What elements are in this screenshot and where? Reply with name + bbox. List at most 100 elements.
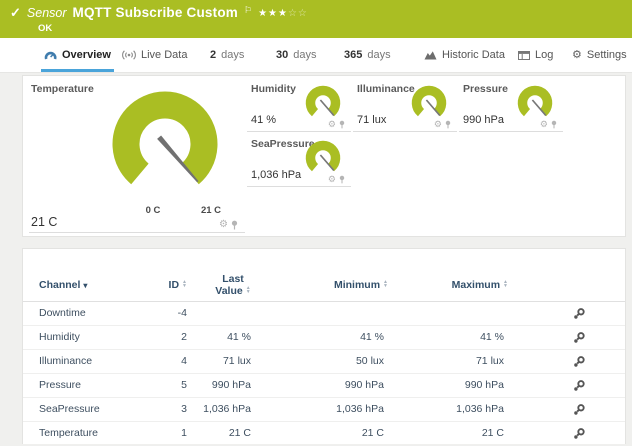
gauge-gear-icon[interactable]: ⚙ bbox=[328, 175, 336, 184]
table-header-row: Channel▾ ID▲▼ LastValue▲▼ Minimum▲▼ Maxi… bbox=[23, 249, 625, 302]
table-row-seapressure[interactable]: SeaPressure 3 1,036 hPa 1,036 hPa 1,036 … bbox=[23, 398, 625, 422]
column-header-channel[interactable]: Channel▾ bbox=[39, 279, 87, 292]
main-gauge-scale-max: 21 C bbox=[195, 205, 227, 216]
tab-settings-label: Settings bbox=[587, 49, 627, 61]
tab-historic-data[interactable]: Historic Data bbox=[424, 38, 505, 72]
gauge-gear-icon[interactable]: ⚙ bbox=[434, 120, 442, 129]
gauge-label: Pressure bbox=[463, 83, 508, 95]
channel-last-value: 71 lux bbox=[171, 350, 251, 373]
table-row-temperature[interactable]: Temperature 1 21 C 21 C 21 C bbox=[23, 422, 625, 446]
tab-2-days[interactable]: 2 days bbox=[210, 38, 244, 72]
tab-log-label: Log bbox=[535, 49, 553, 61]
gauge-gear-icon[interactable]: ⚙ bbox=[540, 120, 548, 129]
sort-arrows-icon: ▲▼ bbox=[503, 280, 508, 289]
gauge-label: Illuminance bbox=[357, 83, 415, 95]
divider bbox=[29, 232, 245, 233]
tab-30-days[interactable]: 30 days bbox=[276, 38, 317, 72]
tab-30-days-number: 30 bbox=[276, 49, 288, 61]
channel-maximum: 71 lux bbox=[381, 350, 504, 373]
channels-table-panel: Channel▾ ID▲▼ LastValue▲▼ Minimum▲▼ Maxi… bbox=[22, 248, 626, 444]
gauge-gear-icon[interactable]: ⚙ bbox=[219, 220, 228, 230]
wrench-icon[interactable] bbox=[573, 307, 586, 320]
tab-settings[interactable]: ⚙ Settings bbox=[572, 38, 627, 72]
table-row-pressure[interactable]: Pressure 5 990 hPa 990 hPa 990 hPa bbox=[23, 374, 625, 398]
channel-minimum: 21 C bbox=[261, 422, 384, 445]
channel-minimum: 50 lux bbox=[261, 350, 384, 373]
priority-stars[interactable]: ★★★☆☆ bbox=[258, 8, 308, 19]
sensor-title: MQTT Subscribe Custom bbox=[73, 5, 238, 20]
pin-icon[interactable] bbox=[339, 175, 345, 184]
pin-icon[interactable] bbox=[231, 220, 238, 230]
channel-last-value: 21 C bbox=[171, 422, 251, 445]
gauge-value: 41 % bbox=[251, 114, 276, 126]
status-check-icon: ✓ bbox=[10, 5, 21, 21]
tab-live-data-label: Live Data bbox=[141, 49, 187, 61]
temperature-gauge bbox=[109, 90, 221, 202]
gauge-cell-illuminance: Illuminance 71 lux ⚙ bbox=[353, 78, 457, 132]
channel-maximum: 990 hPa bbox=[381, 374, 504, 397]
channel-maximum: 21 C bbox=[381, 422, 504, 445]
gauge-value: 990 hPa bbox=[463, 114, 504, 126]
area-chart-icon bbox=[424, 50, 437, 60]
tab-30-days-unit: days bbox=[293, 49, 316, 61]
gauges-panel: Temperature 0 C 21 C 21 C ⚙ Humidity 41 … bbox=[22, 75, 626, 237]
channel-maximum: 1,036 hPa bbox=[381, 398, 504, 421]
main-gauge-value: 21 C bbox=[31, 215, 57, 229]
tab-overview-label: Overview bbox=[62, 49, 111, 61]
tab-365-days[interactable]: 365 days bbox=[344, 38, 391, 72]
log-table-icon bbox=[518, 51, 530, 60]
table-row-downtime[interactable]: Downtime -4 bbox=[23, 302, 625, 326]
gauge-value: 71 lux bbox=[357, 114, 386, 126]
gauge-icon bbox=[44, 50, 57, 61]
tab-historic-data-label: Historic Data bbox=[442, 49, 505, 61]
pin-icon[interactable] bbox=[339, 120, 345, 129]
wrench-icon[interactable] bbox=[573, 379, 586, 392]
tab-365-days-number: 365 bbox=[344, 49, 362, 61]
table-row-illuminance[interactable]: Illuminance 4 71 lux 50 lux 71 lux bbox=[23, 350, 625, 374]
wrench-icon[interactable] bbox=[573, 427, 586, 440]
tab-bar: Overview Live Data 2 days 30 days 365 da… bbox=[0, 38, 632, 73]
tab-2-days-unit: days bbox=[221, 49, 244, 61]
tab-365-days-unit: days bbox=[367, 49, 390, 61]
channel-minimum: 1,036 hPa bbox=[261, 398, 384, 421]
stars-filled[interactable]: ★★★ bbox=[258, 8, 288, 19]
column-header-id[interactable]: ID▲▼ bbox=[131, 279, 187, 291]
tab-log[interactable]: Log bbox=[518, 38, 553, 72]
wrench-icon[interactable] bbox=[573, 403, 586, 416]
flag-icon[interactable]: ⚐ bbox=[244, 5, 252, 16]
column-header-maximum[interactable]: Maximum▲▼ bbox=[381, 279, 508, 291]
pin-icon[interactable] bbox=[551, 120, 557, 129]
stars-empty[interactable]: ☆☆ bbox=[288, 8, 308, 19]
gauge-value: 1,036 hPa bbox=[251, 169, 301, 181]
channel-last-value: 990 hPa bbox=[171, 374, 251, 397]
gauge-cell-pressure: Pressure 990 hPa ⚙ bbox=[459, 78, 563, 132]
column-header-minimum[interactable]: Minimum▲▼ bbox=[261, 279, 388, 291]
sort-arrows-icon: ▲▼ bbox=[246, 286, 251, 295]
table-row-humidity[interactable]: Humidity 2 41 % 41 % 41 % bbox=[23, 326, 625, 350]
sort-caret-icon: ▾ bbox=[83, 281, 87, 290]
channel-maximum: 41 % bbox=[381, 326, 504, 349]
gauge-cell-seapressure: SeaPressure 1,036 hPa ⚙ bbox=[247, 133, 351, 187]
main-gauge-scale-min: 0 C bbox=[139, 205, 167, 216]
channel-last-value: 1,036 hPa bbox=[171, 398, 251, 421]
tab-overview[interactable]: Overview bbox=[44, 38, 111, 72]
channel-id: -4 bbox=[135, 302, 187, 325]
gauge-label: Humidity bbox=[251, 83, 296, 95]
gauge-gear-icon[interactable]: ⚙ bbox=[328, 120, 336, 129]
tab-2-days-number: 2 bbox=[210, 49, 216, 61]
object-kind-label: Sensor bbox=[27, 6, 67, 20]
wrench-icon[interactable] bbox=[573, 331, 586, 344]
sensor-status-text: OK bbox=[38, 23, 52, 34]
channel-minimum: 990 hPa bbox=[261, 374, 384, 397]
pin-icon[interactable] bbox=[445, 120, 451, 129]
wrench-icon[interactable] bbox=[573, 355, 586, 368]
signal-icon bbox=[122, 50, 136, 60]
main-gauge-label: Temperature bbox=[31, 83, 94, 95]
sort-arrows-icon: ▲▼ bbox=[182, 280, 187, 289]
channel-last-value: 41 % bbox=[171, 326, 251, 349]
tab-live-data[interactable]: Live Data bbox=[122, 38, 187, 72]
channel-minimum: 41 % bbox=[261, 326, 384, 349]
sensor-status-header: ✓ Sensor MQTT Subscribe Custom ⚐ ★★★☆☆ O… bbox=[0, 0, 632, 38]
gauge-cell-humidity: Humidity 41 % ⚙ bbox=[247, 78, 351, 132]
gear-icon: ⚙ bbox=[572, 50, 582, 61]
